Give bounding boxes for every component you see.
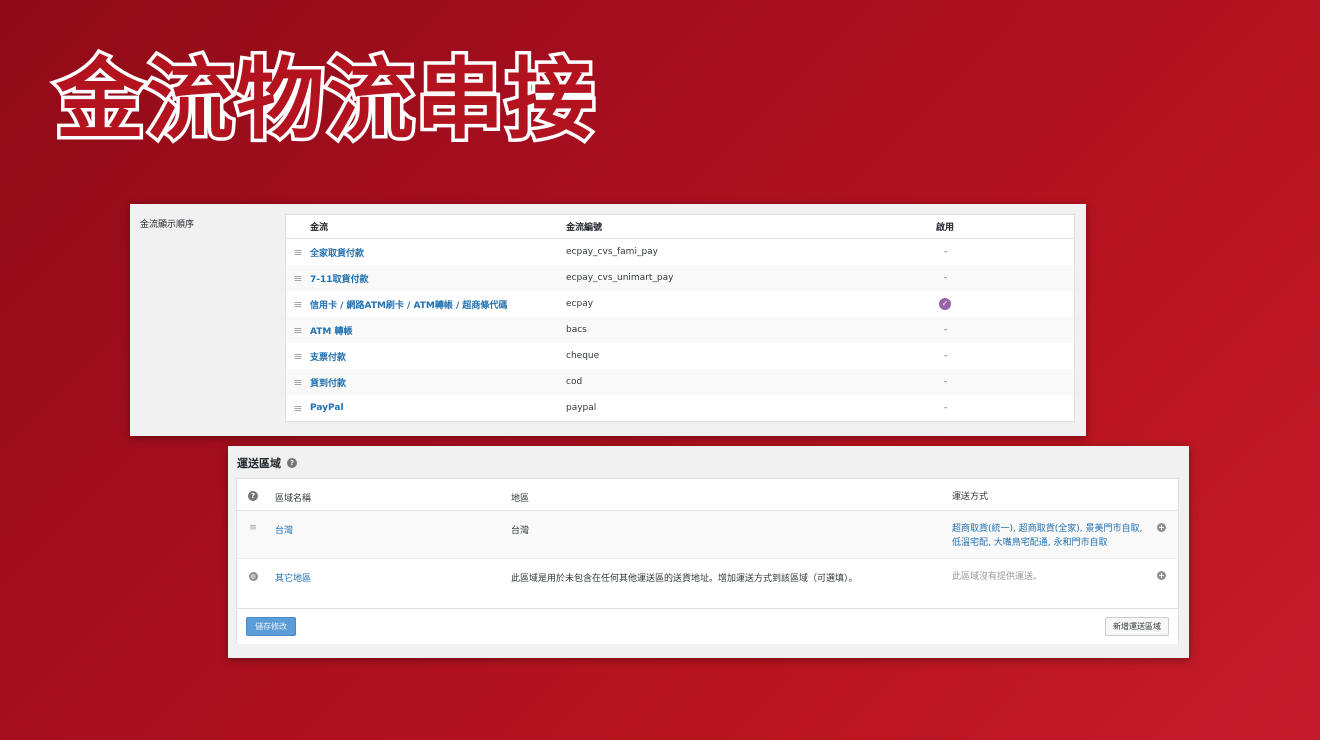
gateway-link[interactable]: 貨到付款 (310, 376, 566, 389)
enabled-status[interactable]: - (936, 377, 1036, 387)
gateway-link[interactable]: 全家取貨付款 (310, 246, 566, 259)
gateway-id: ecpay (566, 299, 594, 309)
headline: 金流物流串接 (52, 48, 597, 152)
table-row[interactable]: ≡ 全家取貨付款 ecpay_cvs_fami_pay - (286, 239, 1074, 265)
gateway-link[interactable]: 支票付款 (310, 350, 566, 363)
payment-table: 金流 金流編號 啟用 ≡ 全家取貨付款 ecpay_cvs_fami_pay -… (285, 214, 1075, 422)
gateway-id: paypal (566, 403, 597, 413)
col-gateway: 金流 (310, 223, 329, 233)
help-icon[interactable]: ? (287, 458, 297, 468)
help-icon[interactable]: ? (248, 491, 258, 501)
gateway-id: ecpay_cvs_fami_pay (566, 247, 659, 257)
gateway-id: cheque (566, 351, 600, 361)
enabled-check-icon[interactable]: ✓ (939, 298, 951, 310)
add-zone-button[interactable]: 新增運送區域 (1105, 617, 1169, 636)
shipping-zones-panel: 運送區域 ? ? 區域名稱 地區 運送方式 ≡ 台灣 台灣 超商取貨(統一), … (228, 446, 1189, 658)
col-shipping-methods: 運送方式 (952, 492, 989, 502)
drag-handle-icon[interactable]: ≡ (247, 523, 259, 533)
zone-methods[interactable]: 超商取貨(統一), 超商取貨(全家), 景美門市自取, 低溫宅配, 大嘴鳥宅配通… (952, 523, 1152, 551)
zone-name-link[interactable]: 其它地區 (275, 571, 311, 584)
zone-name-link[interactable]: 台灣 (275, 523, 293, 536)
drag-handle-icon[interactable]: ≡ (286, 246, 310, 259)
payment-order-panel: 金流顯示順序 金流 金流編號 啟用 ≡ 全家取貨付款 ecpay_cvs_fam… (130, 204, 1086, 436)
col-enabled: 啟用 (936, 223, 955, 233)
gateway-link[interactable]: PayPal (310, 403, 566, 413)
table-row[interactable]: ≡ 貨到付款 cod - (286, 369, 1074, 395)
shipping-table-header: ? 區域名稱 地區 運送方式 (237, 479, 1178, 511)
table-row[interactable]: ≡ 支票付款 cheque - (286, 343, 1074, 369)
payment-order-label: 金流顯示順序 (140, 220, 195, 230)
shipping-zones-title: 運送區域 (237, 457, 281, 470)
enabled-status[interactable]: - (936, 247, 1036, 257)
table-row[interactable]: ≡ PayPal paypal - (286, 395, 1074, 421)
gateway-id: bacs (566, 325, 587, 335)
zone-methods: 此區域沒有提供運送。 (952, 572, 1043, 582)
shipping-zones-table: ? 區域名稱 地區 運送方式 ≡ 台灣 台灣 超商取貨(統一), 超商取貨(全家… (236, 478, 1179, 644)
drag-handle-icon[interactable]: ≡ (286, 298, 310, 311)
gateway-id: cod (566, 377, 583, 387)
drag-handle-icon[interactable]: ≡ (286, 272, 310, 285)
table-row[interactable]: ≡ 7-11取貨付款 ecpay_cvs_unimart_pay - (286, 265, 1074, 291)
table-row[interactable]: ◍ 其它地區 此區域是用於未包含在任何其他運送區的送貨地址。增加運送方式到該區域… (237, 559, 1178, 609)
drag-handle-icon[interactable]: ≡ (286, 350, 310, 363)
add-method-icon[interactable]: + (1157, 571, 1166, 580)
save-button[interactable]: 儲存修改 (246, 617, 296, 636)
globe-icon: ◍ (248, 572, 258, 581)
gateway-id: ecpay_cvs_unimart_pay (566, 273, 674, 283)
enabled-status[interactable]: - (936, 273, 1036, 283)
gateway-link[interactable]: 信用卡 / 網路ATM刷卡 / ATM轉帳 / 超商條代碼 (310, 298, 566, 311)
enabled-status[interactable]: - (936, 351, 1036, 361)
zone-region: 台灣 (511, 526, 530, 536)
table-row[interactable]: ≡ ATM 轉帳 bacs - (286, 317, 1074, 343)
drag-handle-icon[interactable]: ≡ (286, 402, 310, 415)
col-zone-name: 區域名稱 (275, 494, 312, 504)
col-gateway-id: 金流編號 (566, 223, 603, 233)
payment-table-header: 金流 金流編號 啟用 (286, 215, 1074, 239)
col-region: 地區 (511, 494, 530, 504)
enabled-status[interactable]: - (936, 403, 1036, 413)
drag-handle-icon[interactable]: ≡ (286, 376, 310, 389)
shipping-footer: 儲存修改 新增運送區域 (237, 609, 1178, 644)
enabled-status[interactable]: - (936, 325, 1036, 335)
drag-handle-icon[interactable]: ≡ (286, 324, 310, 337)
zone-region: 此區域是用於未包含在任何其他運送區的送貨地址。增加運送方式到該區域（可選填）。 (511, 574, 858, 584)
table-row[interactable]: ≡ 信用卡 / 網路ATM刷卡 / ATM轉帳 / 超商條代碼 ecpay ✓ (286, 291, 1074, 317)
gateway-link[interactable]: 7-11取貨付款 (310, 272, 566, 285)
add-method-icon[interactable]: + (1157, 523, 1166, 532)
table-row[interactable]: ≡ 台灣 台灣 超商取貨(統一), 超商取貨(全家), 景美門市自取, 低溫宅配… (237, 511, 1178, 559)
gateway-link[interactable]: ATM 轉帳 (310, 324, 566, 337)
